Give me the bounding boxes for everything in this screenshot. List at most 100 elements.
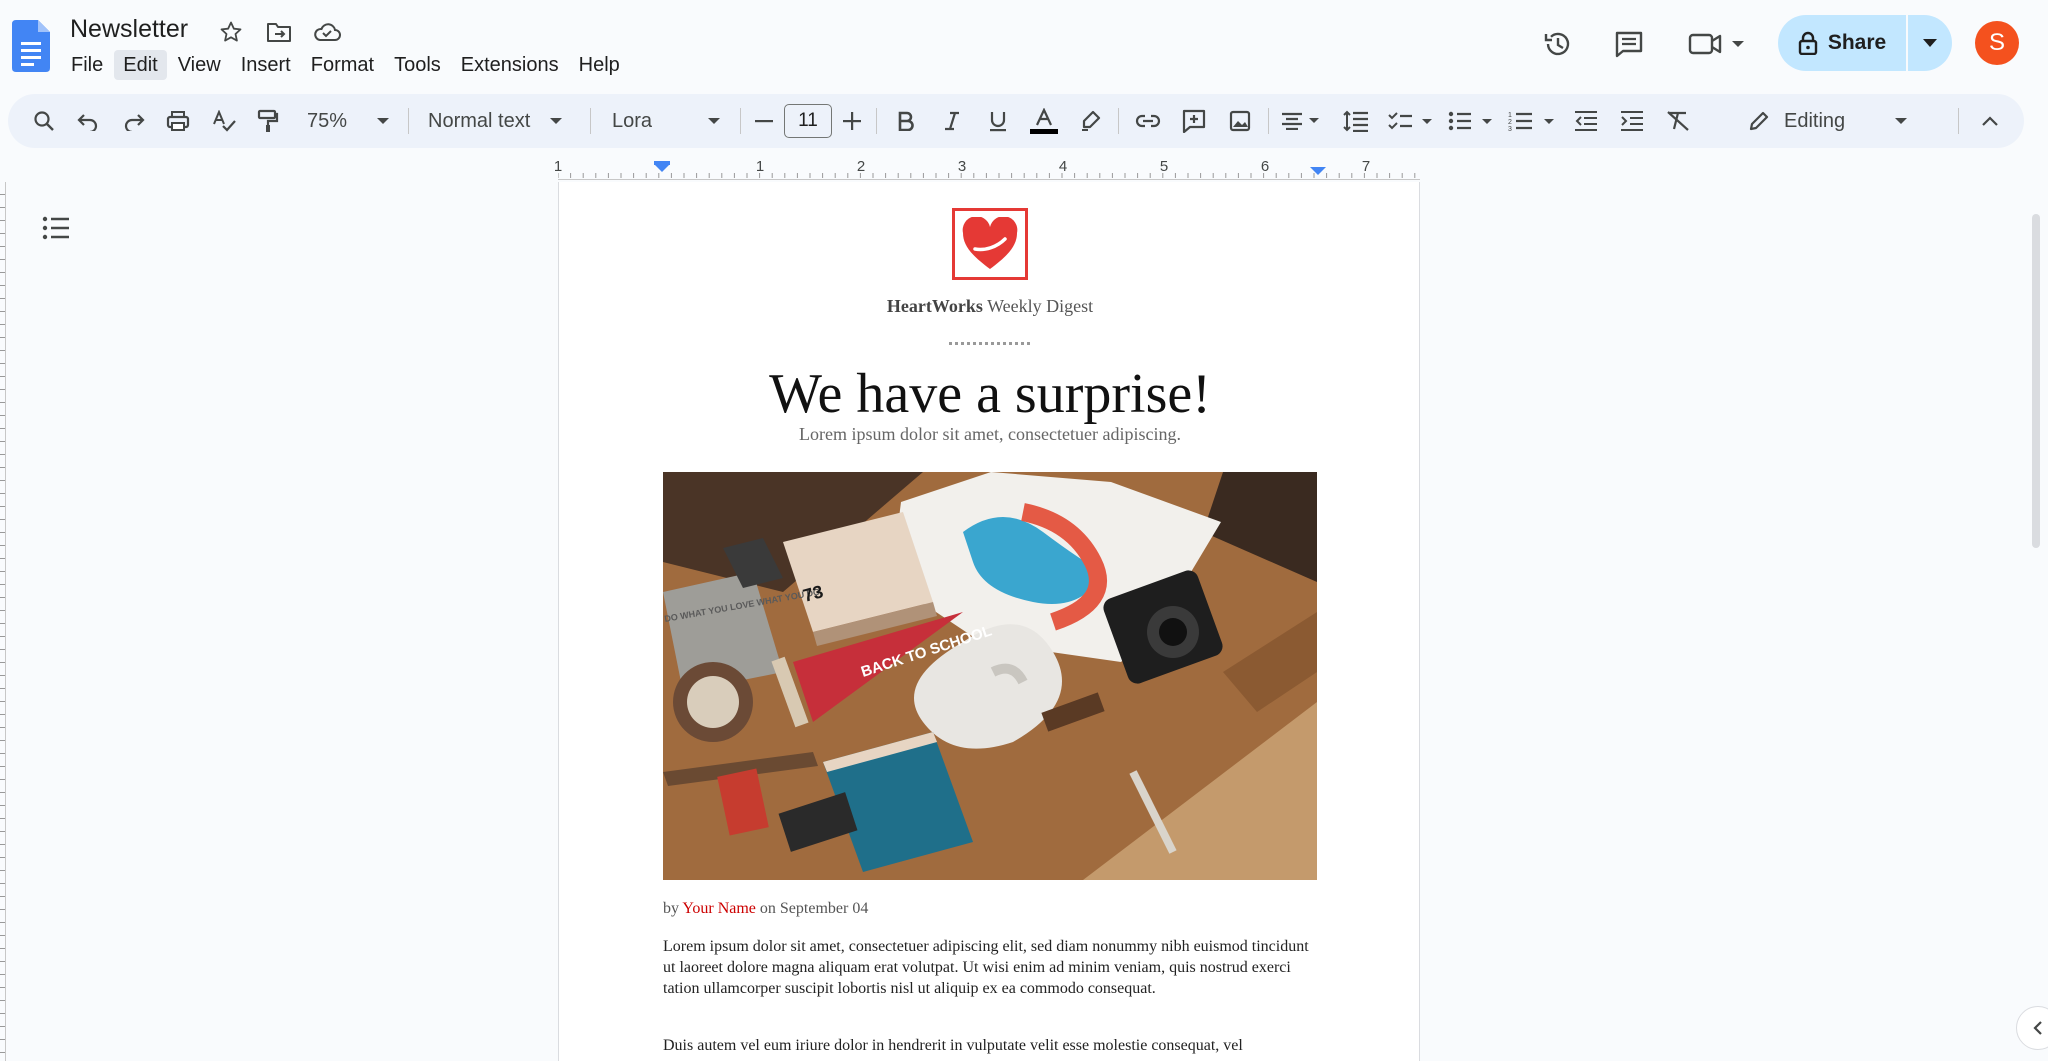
italic-icon[interactable] xyxy=(934,94,970,148)
toolbar-divider xyxy=(740,108,741,134)
meet-camera-icon[interactable] xyxy=(1684,20,1754,68)
share-button[interactable]: Share xyxy=(1778,15,1906,71)
text-color-icon[interactable] xyxy=(1026,94,1062,148)
toolbar-divider xyxy=(1268,108,1269,134)
vertical-ruler[interactable] xyxy=(0,182,6,1061)
toolbar-divider xyxy=(1958,108,1959,134)
chevron-left-icon xyxy=(2033,1021,2042,1035)
author-name: Your Name xyxy=(682,900,756,917)
document-outline-icon[interactable] xyxy=(38,212,74,244)
svg-text:2: 2 xyxy=(1508,119,1512,126)
ruler-number: 1 xyxy=(755,158,765,175)
ruler-ticks xyxy=(558,161,1416,178)
paint-format-icon[interactable] xyxy=(250,94,286,148)
right-indent-marker[interactable] xyxy=(1310,167,1326,175)
ruler-number: 2 xyxy=(856,158,866,175)
horizontal-ruler[interactable]: 1 1 2 3 4 5 6 7 xyxy=(554,156,1420,180)
ruler-number: 5 xyxy=(1159,158,1169,175)
svg-text:3: 3 xyxy=(1508,126,1512,132)
editing-mode-select[interactable]: Editing xyxy=(1748,94,1938,148)
clear-formatting-icon[interactable] xyxy=(1660,94,1696,148)
left-indent-marker[interactable] xyxy=(654,164,670,172)
hide-menus-icon[interactable] xyxy=(1972,94,2008,148)
zoom-select[interactable]: 75% xyxy=(298,94,398,148)
byline-prefix: by xyxy=(663,900,683,917)
first-line-indent-marker[interactable] xyxy=(654,161,670,165)
toolbar-divider xyxy=(590,108,591,134)
style-caret-icon xyxy=(550,118,563,124)
caret-down-icon xyxy=(1923,39,1937,47)
menu-extensions[interactable]: Extensions xyxy=(452,50,568,80)
header-photo[interactable]: BACK TO SCHOOL DO WHAT YOU LOVE WHAT YOU… xyxy=(663,472,1317,880)
decrease-indent-icon[interactable] xyxy=(1568,94,1604,148)
title-actions xyxy=(216,18,342,46)
svg-text:1: 1 xyxy=(1508,112,1512,119)
document-page[interactable]: HeartWorks Weekly Digest We have a surpr… xyxy=(558,182,1420,1061)
ruler-number: 3 xyxy=(957,158,967,175)
docs-logo-icon[interactable] xyxy=(12,20,50,72)
subtitle: Lorem ipsum dolor sit amet, consectetuer… xyxy=(799,424,1181,444)
formatting-toolbar: 75% Normal text Lora 11 1 2 3 Editing xyxy=(8,94,2024,148)
font-select[interactable]: Lora xyxy=(602,94,732,148)
body-paragraph: Duis autem vel eum iriure dolor in hendr… xyxy=(663,1037,1243,1054)
side-panel-toggle[interactable] xyxy=(2016,1006,2048,1050)
increase-indent-icon[interactable] xyxy=(1614,94,1650,148)
heart-logo xyxy=(952,208,1028,280)
heart-icon xyxy=(962,217,1018,269)
paragraph-style-value: Normal text xyxy=(428,109,531,132)
account-avatar[interactable]: S xyxy=(1975,21,2019,65)
print-icon[interactable] xyxy=(160,94,196,148)
zoom-value: 75% xyxy=(306,109,348,132)
comments-icon[interactable] xyxy=(1605,20,1653,68)
line-spacing-icon[interactable] xyxy=(1336,94,1376,148)
toolbar-divider xyxy=(876,108,877,134)
numbered-list-icon[interactable]: 123 xyxy=(1506,94,1558,148)
spellcheck-icon[interactable] xyxy=(206,94,242,148)
ruler-number: 4 xyxy=(1058,158,1068,175)
menu-view[interactable]: View xyxy=(169,50,230,80)
redo-icon[interactable] xyxy=(116,94,152,148)
byline-date: on September 04 xyxy=(755,900,869,917)
font-size-input[interactable]: 11 xyxy=(784,104,832,138)
bold-icon[interactable] xyxy=(888,94,924,148)
menu-insert[interactable]: Insert xyxy=(232,50,300,80)
move-folder-icon[interactable] xyxy=(264,18,294,46)
add-comment-icon[interactable] xyxy=(1176,94,1212,148)
increase-font-size-icon[interactable] xyxy=(838,94,866,148)
brand-name: HeartWorks xyxy=(886,296,983,316)
menu-edit[interactable]: Edit xyxy=(114,50,167,80)
share-options-dropdown[interactable] xyxy=(1908,15,1952,71)
decrease-font-size-icon[interactable] xyxy=(750,94,778,148)
document-title[interactable]: Newsletter xyxy=(70,15,188,44)
cloud-saved-icon[interactable] xyxy=(312,18,342,46)
highlight-color-icon[interactable] xyxy=(1072,94,1108,148)
share-label: Share xyxy=(1827,31,1887,54)
align-center-icon[interactable] xyxy=(1278,94,1324,148)
undo-icon[interactable] xyxy=(70,94,106,148)
bulleted-list-icon[interactable] xyxy=(1446,94,1496,148)
dotted-divider xyxy=(949,342,1033,345)
paragraph-style-select[interactable]: Normal text xyxy=(420,94,580,148)
vertical-scrollbar[interactable] xyxy=(2032,214,2040,548)
underline-icon[interactable] xyxy=(980,94,1016,148)
lock-icon xyxy=(1798,31,1818,55)
pencil-icon xyxy=(1749,111,1769,131)
checklist-icon[interactable] xyxy=(1386,94,1436,148)
newsletter-brand: HeartWorks Weekly Digest xyxy=(559,296,1421,317)
menu-help[interactable]: Help xyxy=(570,50,629,80)
menu-format[interactable]: Format xyxy=(302,50,383,80)
search-menus-icon[interactable] xyxy=(26,94,62,148)
insert-link-icon[interactable] xyxy=(1130,94,1166,148)
star-icon[interactable] xyxy=(216,18,246,46)
font-caret-icon xyxy=(708,118,721,124)
editing-caret-icon xyxy=(1895,118,1908,124)
version-history-icon[interactable] xyxy=(1534,20,1582,68)
toolbar-divider xyxy=(1118,108,1119,134)
insert-image-icon[interactable] xyxy=(1222,94,1258,148)
editing-mode-value: Editing xyxy=(1784,109,1846,132)
app-header: Newsletter File Edit View Insert Format … xyxy=(0,0,2048,90)
body-paragraph: Lorem ipsum dolor sit amet, consectetuer… xyxy=(663,938,1309,997)
menu-tools[interactable]: Tools xyxy=(385,50,450,80)
byline: by Your Name on September 04 xyxy=(663,900,868,918)
menu-file[interactable]: File xyxy=(62,50,112,80)
